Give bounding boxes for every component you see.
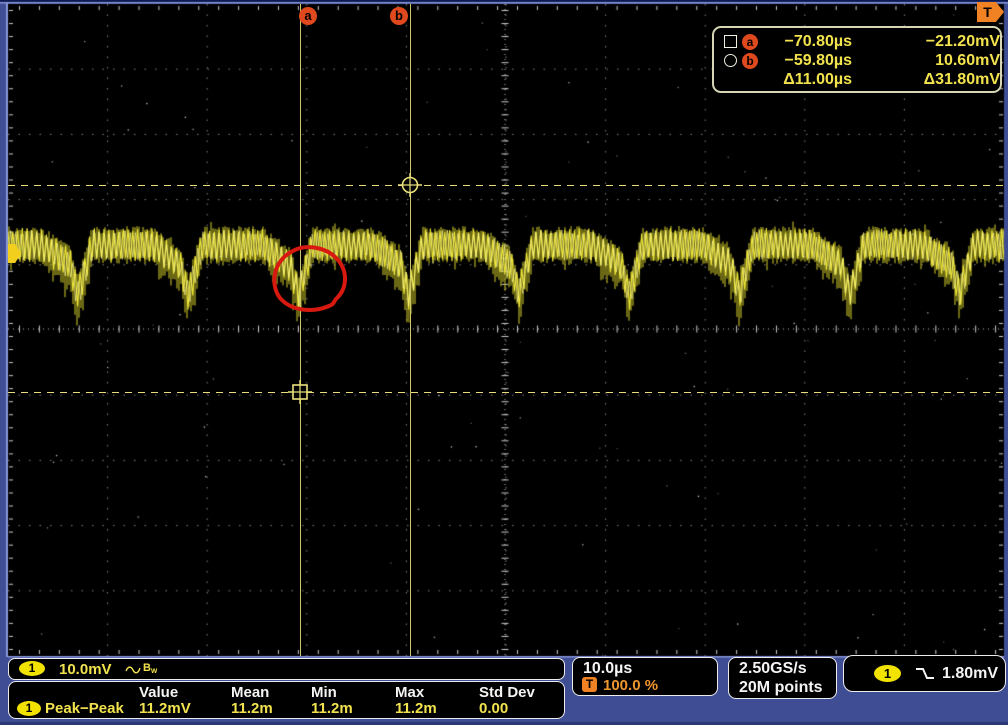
- annotation-circle: [272, 245, 347, 312]
- measurement-mean: 11.2m: [231, 700, 273, 717]
- trigger-source-badge: 1: [874, 665, 901, 682]
- cursor-a-square-marker[interactable]: [288, 380, 312, 404]
- channel1-scale: 10.0mV: [59, 661, 112, 678]
- falling-edge-icon: [916, 668, 934, 679]
- cursor-readout-box: a −70.80µs −21.20mV b −59.80µs 10.60mV Δ…: [712, 26, 1002, 93]
- cursor-delta-row: Δ11.00µs Δ31.80mV: [724, 70, 1000, 89]
- cursor-delta-time: Δ11.00µs: [783, 70, 852, 88]
- acquisition-box[interactable]: 2.50GS/s 20M points: [728, 657, 837, 699]
- cursor-b-readout-row: b −59.80µs 10.60mV: [724, 51, 1000, 70]
- cursor-a-badge: a: [742, 33, 758, 50]
- channel1-scale-bar[interactable]: 1 10.0mV Bw: [8, 658, 565, 680]
- graticule-waveform-canvas: [0, 0, 1008, 725]
- channel1-badge[interactable]: 1: [19, 661, 45, 676]
- cursor-b-badge: b: [742, 52, 758, 69]
- oscilloscope-display: a b T a −70.80µs −21.20mV b −59.80µs 10.…: [0, 0, 1008, 725]
- cursor-b-vline[interactable]: [410, 4, 411, 656]
- col-header-stddev: Std Dev: [479, 684, 535, 701]
- measurement-name: Peak−Peak: [45, 700, 124, 717]
- sample-rate: 2.50GS/s: [739, 660, 807, 677]
- record-length: 20M points: [739, 679, 823, 696]
- ac-coupling-icon: [125, 666, 141, 674]
- col-header-min: Min: [311, 684, 337, 701]
- square-marker-icon: [724, 35, 737, 48]
- col-header-value: Value: [139, 684, 179, 701]
- cursor-b-time: −59.80µs: [784, 51, 853, 69]
- cursor-a-time: −70.80µs: [784, 32, 853, 50]
- trigger-settings-box[interactable]: 1 1.80mV: [843, 655, 1006, 692]
- trigger-t-icon: T: [582, 677, 597, 692]
- col-header-mean: Mean: [231, 684, 270, 701]
- horizontal-settings-box[interactable]: 10.0µs T 100.0 %: [572, 657, 718, 696]
- circle-marker-icon: [724, 54, 737, 67]
- measurement-source-badge: 1: [17, 701, 41, 716]
- trigger-level: 1.80mV: [942, 665, 999, 682]
- measurement-max: 11.2m: [395, 700, 437, 717]
- cursor-b-circle-marker[interactable]: [398, 173, 422, 197]
- measurement-table[interactable]: Value Mean Min Max Std Dev 1 Peak−Peak 1…: [8, 681, 565, 719]
- cursor-a-voltage: −21.20mV: [925, 32, 1000, 50]
- measurement-value: 11.2mV: [139, 700, 191, 717]
- col-header-max: Max: [395, 684, 425, 701]
- timebase-scale: 10.0µs: [583, 660, 633, 677]
- cursor-a-vline[interactable]: [300, 4, 301, 656]
- bandwidth-limit-icon: Bw: [143, 662, 158, 675]
- horizontal-position: 100.0 %: [603, 677, 659, 694]
- measurement-stddev: 0.00: [479, 700, 509, 717]
- measurement-min: 11.2m: [311, 700, 353, 717]
- cursor-a-readout-row: a −70.80µs −21.20mV: [724, 32, 1000, 51]
- cursor-a-label[interactable]: a: [299, 7, 317, 25]
- cursor-a-hline[interactable]: [8, 392, 1004, 393]
- cursor-b-voltage: 10.60mV: [935, 51, 1000, 69]
- cursor-delta-voltage: Δ31.80mV: [923, 70, 1000, 88]
- cursor-b-label[interactable]: b: [390, 7, 408, 25]
- cursor-b-hline[interactable]: [8, 185, 1004, 186]
